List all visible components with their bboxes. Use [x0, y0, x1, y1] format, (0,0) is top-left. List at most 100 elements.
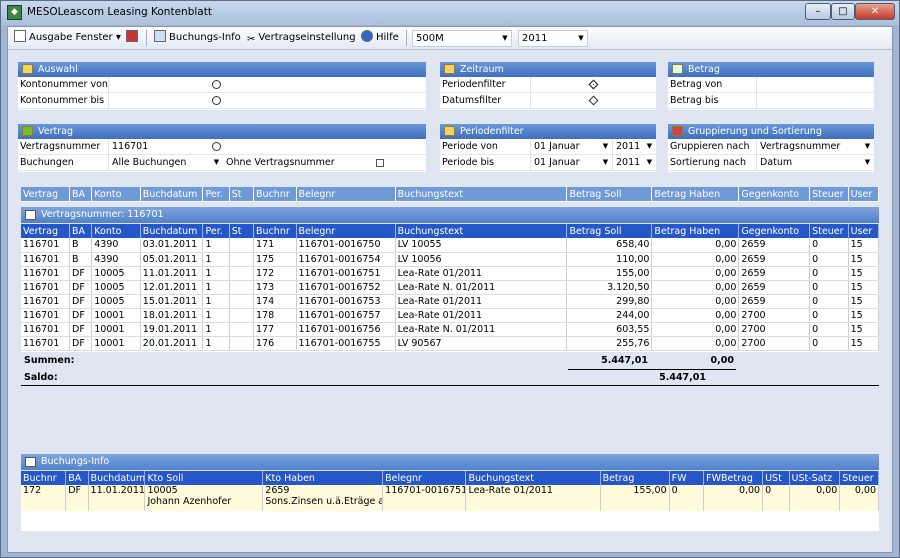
table-cell: 116701-0016753: [296, 294, 396, 309]
periode-von-label: Periode von: [442, 141, 498, 152]
table-row[interactable]: 116701 B 4390 03.01.2011 1 171 116701-0016750 L…: [21, 238, 880, 253]
info-col-10[interactable]: USt: [762, 471, 790, 485]
grid-col-2[interactable]: Konto: [91, 224, 141, 238]
grid-top-col-9[interactable]: Betrag Soll: [566, 187, 653, 201]
sort-icon: [672, 126, 683, 136]
ohne-vertragsnummer-checkbox[interactable]: [376, 159, 384, 167]
grid-col-11[interactable]: Gegenkonto: [738, 224, 811, 238]
vertragsnummer-input[interactable]: 116701: [108, 139, 424, 154]
vertragsnummer-label: Vertragsnummer: [20, 141, 101, 152]
table-cell: 0: [809, 238, 849, 253]
grid-top-col-2[interactable]: Konto: [91, 187, 141, 201]
auswahl-header: Auswahl: [18, 62, 426, 77]
datumsfilter-label: Datumsfilter: [442, 95, 502, 106]
mandant-select[interactable]: 500M ▼: [412, 30, 512, 47]
application-window: ◆ MESOLeascom Leasing Kontenblatt – □ ✕ …: [0, 0, 900, 558]
jahr-select[interactable]: 2011 ▼: [518, 30, 588, 47]
buchungen-row: Buchungen Alle Buchungen ▼ Ohne Vertragsnum…: [18, 155, 426, 171]
grid-col-12[interactable]: Steuer: [809, 224, 849, 238]
grid-top-col-13[interactable]: User: [848, 187, 880, 201]
info-col-8[interactable]: FW: [669, 471, 705, 485]
grid-top-col-5[interactable]: St: [229, 187, 255, 201]
info-col-6[interactable]: Buchungstext: [465, 471, 601, 485]
grid-col-3[interactable]: Buchdatum: [140, 224, 204, 238]
grid-top-col-10[interactable]: Betrag Haben: [651, 187, 740, 201]
group-row[interactable]: Vertragsnummer: 116701: [21, 207, 879, 223]
grid-col-7[interactable]: Belegnr: [296, 224, 396, 238]
export-button[interactable]: [126, 30, 141, 46]
table-cell: 116701: [21, 252, 71, 267]
kontonummer-von-row: Kontonummer von: [18, 77, 426, 93]
table-row[interactable]: 116701 DF 10005 11.01.2011 1 172 116701-001675…: [21, 266, 880, 281]
info-col-12[interactable]: Steuer: [839, 471, 879, 485]
periode-bis-row: Periode bis 01 Januar ▼ 2011 ▼: [440, 155, 656, 171]
chevron-down-icon: ▼: [864, 158, 871, 166]
grid-top-col-0[interactable]: Vertrag: [21, 187, 71, 201]
table-cell: 1: [202, 266, 230, 281]
grid-col-0[interactable]: Vertrag: [21, 224, 71, 238]
table-row[interactable]: 116701 DF 10001 18.01.2011 1 178 116701-001675…: [21, 308, 880, 323]
grid-col-10[interactable]: Betrag Haben: [651, 224, 740, 238]
grid-col-1[interactable]: BA: [69, 224, 93, 238]
betrag-bis-input[interactable]: [756, 93, 872, 108]
chevron-down-icon[interactable]: ▼: [212, 156, 221, 169]
grid-top-col-1[interactable]: BA: [69, 187, 93, 201]
table-row[interactable]: 116701 DF 10005 12.01.2011 1 173 116701-001675…: [21, 280, 880, 295]
info-col-0[interactable]: Buchnr: [21, 471, 67, 485]
table-cell: 0,00: [651, 238, 740, 253]
grid-col-6[interactable]: Buchnr: [253, 224, 297, 238]
vertragseinstellung-button[interactable]: ✂ Vertragseinstellung: [247, 30, 356, 46]
hilfe-button[interactable]: Hilfe: [361, 30, 399, 46]
sortierung-select[interactable]: Datum ▼: [756, 155, 872, 170]
info-col-3[interactable]: Kto Soll: [144, 471, 264, 485]
maximize-button[interactable]: □: [831, 3, 855, 20]
info-ust-satz: 0,00: [789, 485, 841, 511]
table-row[interactable]: 116701 DF 10001 19.01.2011 1 177 116701-001675…: [21, 322, 880, 337]
collapse-icon[interactable]: [25, 210, 36, 220]
grid-top-col-11[interactable]: Gegenkonto: [738, 187, 811, 201]
buchungs-info-row[interactable]: 172 DF 11.01.2011 10005 Johann Azenhofer …: [21, 485, 879, 511]
grid-top-col-7[interactable]: Belegnr: [296, 187, 396, 201]
table-cell: 172: [253, 266, 297, 281]
info-col-1[interactable]: BA: [65, 471, 89, 485]
table-row[interactable]: 116701 DF 10005 15.01.2011 1 174 116701-001675…: [21, 294, 880, 309]
info-col-9[interactable]: FWBetrag: [703, 471, 764, 485]
search-icon[interactable]: [212, 142, 221, 151]
kontonummer-bis-input[interactable]: [108, 93, 424, 108]
grid-col-4[interactable]: Per.: [202, 224, 230, 238]
close-button[interactable]: ✕: [855, 3, 895, 20]
search-icon[interactable]: [212, 96, 221, 105]
grid-col-13[interactable]: User: [848, 224, 880, 238]
info-col-11[interactable]: USt-Satz: [789, 471, 841, 485]
periode-von-jahr-select[interactable]: 2011 ▼: [612, 139, 654, 154]
grid-top-col-12[interactable]: Steuer: [809, 187, 849, 201]
gruppieren-select[interactable]: Vertragsnummer ▼: [756, 139, 872, 154]
title-bar[interactable]: ◆ MESOLeascom Leasing Kontenblatt – □ ✕: [1, 1, 899, 25]
grid-col-8[interactable]: Buchungstext: [395, 224, 568, 238]
ausgabe-fenster-button[interactable]: Ausgabe Fenster ▾: [14, 30, 121, 46]
buchungen-select[interactable]: Alle Buchungen: [108, 155, 222, 170]
table-row[interactable]: 116701 B 4390 05.01.2011 1 175 116701-0016754 L…: [21, 252, 880, 267]
minimize-button[interactable]: –: [805, 3, 831, 20]
periode-bis-jahr-select[interactable]: 2011 ▼: [612, 155, 654, 170]
info-steuer: 0,00: [839, 485, 879, 511]
table-cell: B: [69, 252, 93, 267]
kontonummer-von-input[interactable]: [108, 77, 424, 92]
info-col-7[interactable]: Betrag: [600, 471, 670, 485]
grid-top-col-6[interactable]: Buchnr: [253, 187, 297, 201]
betrag-von-input[interactable]: [756, 77, 872, 92]
search-icon[interactable]: [212, 80, 221, 89]
buchungs-info-button[interactable]: Buchungs-Info: [154, 30, 241, 46]
periode-von-monat-select[interactable]: 01 Januar ▼: [530, 139, 610, 154]
info-col-5[interactable]: Belegnr: [382, 471, 467, 485]
grid-top-col-3[interactable]: Buchdatum: [140, 187, 204, 201]
info-col-2[interactable]: Buchdatum: [88, 471, 146, 485]
table-row[interactable]: 116701 DF 10001 20.01.2011 1 176 116701-001675…: [21, 336, 880, 351]
periode-bis-monat-select[interactable]: 01 Januar ▼: [530, 155, 610, 170]
grid-col-5[interactable]: St: [229, 224, 255, 238]
grid-col-9[interactable]: Betrag Soll: [566, 224, 653, 238]
info-col-4[interactable]: Kto Haben: [262, 471, 384, 485]
grid-top-col-4[interactable]: Per.: [202, 187, 230, 201]
grid-top-col-8[interactable]: Buchungstext: [395, 187, 568, 201]
table-cell: 116701-0016750: [296, 238, 396, 253]
